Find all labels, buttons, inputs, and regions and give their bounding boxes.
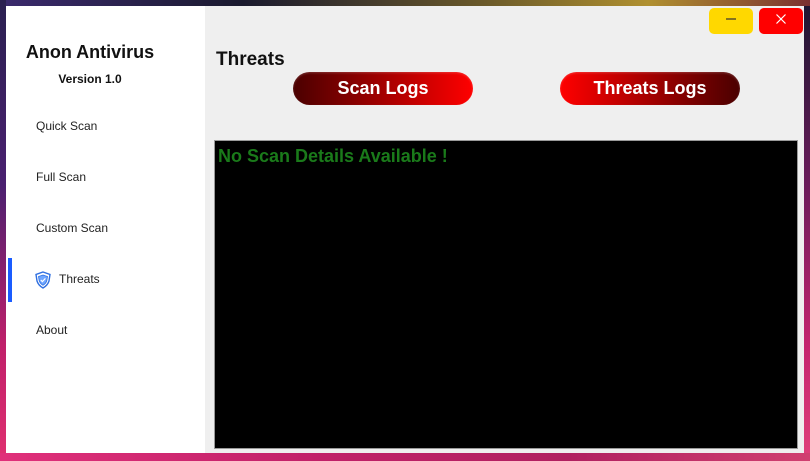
sidebar-item-about[interactable]: About (6, 309, 205, 353)
sidebar-item-quick-scan[interactable]: Quick Scan (6, 105, 205, 149)
log-message: No Scan Details Available ! (218, 146, 448, 166)
sidebar-item-label: Quick Scan (36, 119, 98, 133)
sidebar-item-label: Threats (59, 272, 100, 286)
minimize-button[interactable] (709, 8, 753, 34)
sidebar-item-full-scan[interactable]: Full Scan (6, 156, 205, 200)
sidebar-item-threats[interactable]: Threats (6, 258, 205, 302)
sidebar-item-label: Custom Scan (36, 221, 109, 235)
sidebar-item-custom-scan[interactable]: Custom Scan (6, 207, 205, 251)
sidebar-item-label: About (36, 323, 68, 337)
close-icon (775, 12, 787, 30)
sidebar: Anon Antivirus Version 1.0 Quick Scan Fu… (6, 6, 205, 453)
page-title: Threats (216, 49, 285, 70)
scan-logs-button[interactable]: Scan Logs (293, 72, 473, 105)
log-output-panel[interactable]: No Scan Details Available ! (214, 140, 798, 449)
scan-logs-label: Scan Logs (337, 78, 429, 98)
app-version: Version 1.0 (58, 72, 122, 86)
minimize-icon (725, 12, 737, 30)
threats-logs-button[interactable]: Threats Logs (560, 72, 740, 105)
app-window: Anon Antivirus Version 1.0 Quick Scan Fu… (6, 6, 804, 453)
app-title: Anon Antivirus (25, 42, 155, 62)
shield-icon (34, 271, 52, 289)
desktop-wallpaper-bottom (0, 453, 810, 461)
close-button[interactable] (759, 8, 803, 34)
threats-logs-label: Threats Logs (593, 78, 707, 98)
sidebar-item-label: Full Scan (36, 170, 87, 184)
active-indicator (8, 258, 12, 302)
